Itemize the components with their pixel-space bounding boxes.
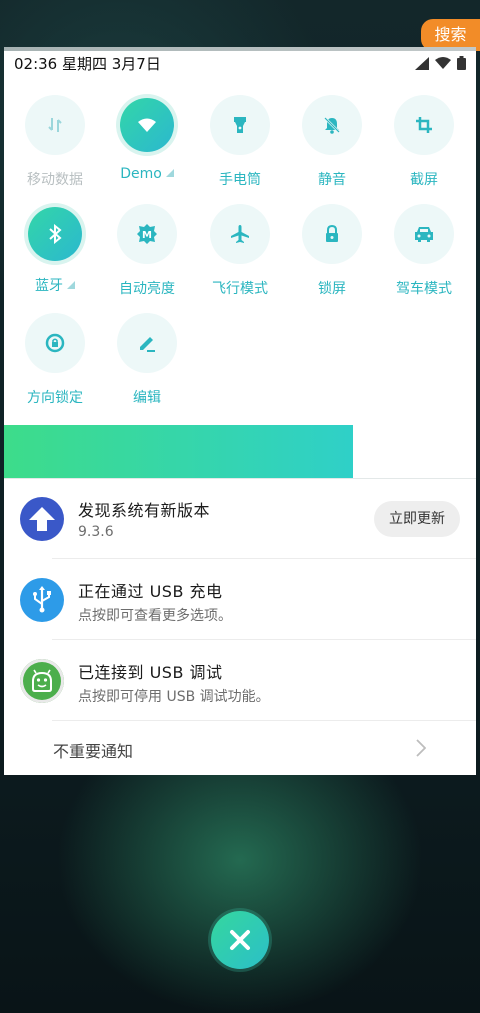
tile-lock-screen[interactable]: 锁屏 bbox=[286, 204, 378, 298]
car-icon bbox=[394, 204, 454, 264]
status-time-date: 02:36 星期四 3月7日 bbox=[14, 55, 161, 73]
screenshot-crop-icon bbox=[394, 95, 454, 155]
tile-label: 锁屏 bbox=[318, 281, 346, 297]
tile-label: 飞行模式 bbox=[212, 281, 268, 297]
close-button[interactable] bbox=[211, 911, 269, 969]
mute-bell-icon bbox=[302, 95, 362, 155]
notification-title: 已连接到 USB 调试 bbox=[78, 663, 223, 682]
battery-icon bbox=[457, 56, 466, 70]
notification-system-update[interactable]: 发现系统有新版本 9.3.6 立即更新 bbox=[4, 479, 476, 559]
tile-label: 自动亮度 bbox=[119, 281, 175, 297]
notification-panel: 02:36 星期四 3月7日 移动数据 Demo 手电筒 静音 截屏 蓝牙 M … bbox=[4, 47, 476, 775]
flashlight-icon bbox=[210, 95, 270, 155]
tile-label: 移动数据 bbox=[27, 172, 83, 188]
tile-rotation-lock[interactable]: 方向锁定 bbox=[9, 313, 101, 407]
notification-subtitle: 9.3.6 bbox=[78, 524, 114, 540]
tile-airplane[interactable]: 飞行模式 bbox=[194, 204, 286, 298]
tile-label: 编辑 bbox=[133, 390, 161, 406]
bluetooth-icon bbox=[28, 207, 82, 261]
update-arrow-icon bbox=[20, 497, 64, 541]
svg-text:M: M bbox=[142, 230, 152, 241]
usb-icon bbox=[20, 578, 64, 622]
tile-label: 蓝牙 bbox=[9, 275, 101, 295]
expand-triangle-icon bbox=[165, 169, 174, 177]
notification-subtitle: 点按即可停用 USB 调试功能。 bbox=[78, 689, 270, 705]
mobile-data-icon bbox=[25, 95, 85, 155]
notification-usb-charging[interactable]: 正在通过 USB 充电 点按即可查看更多选项。 bbox=[4, 560, 476, 640]
tile-driving-mode[interactable]: 驾车模式 bbox=[378, 204, 470, 298]
notification-title: 正在通过 USB 充电 bbox=[78, 582, 223, 601]
rotation-lock-icon bbox=[25, 313, 85, 373]
wifi-icon bbox=[120, 98, 174, 152]
tile-label: 驾车模式 bbox=[396, 281, 452, 297]
tile-label: 截屏 bbox=[410, 172, 438, 188]
divider bbox=[52, 558, 476, 559]
divider bbox=[52, 639, 476, 640]
airplane-icon bbox=[210, 204, 270, 264]
panel-edge bbox=[4, 47, 476, 51]
edit-pencil-icon bbox=[117, 313, 177, 373]
tile-mute[interactable]: 静音 bbox=[286, 95, 378, 189]
notification-subtitle: 点按即可查看更多选项。 bbox=[78, 608, 232, 624]
signal-icon bbox=[415, 56, 429, 70]
wifi-status-icon bbox=[435, 57, 451, 69]
close-icon bbox=[230, 930, 250, 950]
tile-label: 方向锁定 bbox=[27, 390, 83, 406]
tile-mobile-data[interactable]: 移动数据 bbox=[9, 95, 101, 189]
tile-edit[interactable]: 编辑 bbox=[101, 313, 193, 407]
update-now-button[interactable]: 立即更新 bbox=[374, 501, 460, 537]
tile-label: 静音 bbox=[318, 172, 346, 188]
tile-screenshot[interactable]: 截屏 bbox=[378, 95, 470, 189]
chevron-right-icon bbox=[416, 739, 426, 757]
tile-label: 手电筒 bbox=[219, 172, 261, 188]
status-bar: 02:36 星期四 3月7日 bbox=[14, 53, 466, 75]
android-icon bbox=[20, 659, 64, 703]
tile-auto-brightness[interactable]: M 自动亮度 bbox=[101, 204, 193, 298]
unimportant-label: 不重要通知 bbox=[53, 742, 134, 761]
tile-wifi[interactable]: Demo bbox=[101, 95, 193, 182]
unimportant-notifications-row[interactable]: 不重要通知 bbox=[4, 723, 476, 775]
tile-label: Demo bbox=[101, 166, 193, 182]
lock-icon bbox=[302, 204, 362, 264]
notification-title: 发现系统有新版本 bbox=[78, 501, 211, 520]
brightness-slider[interactable] bbox=[4, 425, 353, 478]
tile-flashlight[interactable]: 手电筒 bbox=[194, 95, 286, 189]
divider bbox=[52, 720, 476, 721]
notification-usb-debugging[interactable]: 已连接到 USB 调试 点按即可停用 USB 调试功能。 bbox=[4, 641, 476, 721]
expand-triangle-icon bbox=[67, 281, 75, 289]
auto-brightness-icon: M bbox=[117, 204, 177, 264]
tile-bluetooth[interactable]: 蓝牙 bbox=[9, 204, 101, 295]
